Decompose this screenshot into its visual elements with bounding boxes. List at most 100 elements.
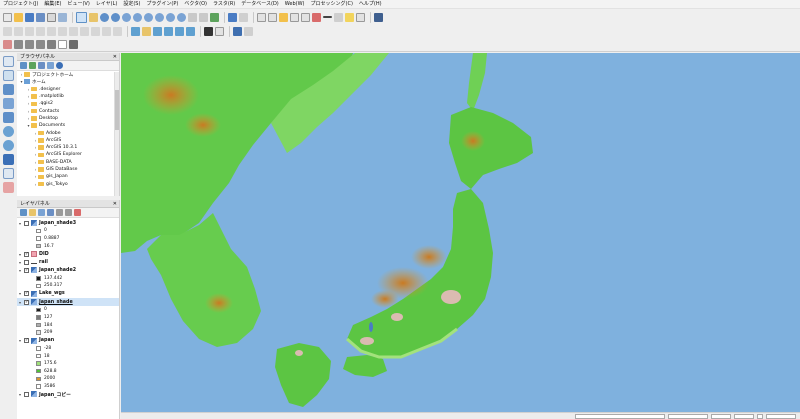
- browser-item[interactable]: › .qgis2: [17, 100, 119, 107]
- menu-item[interactable]: 設定(S): [123, 0, 140, 9]
- measure-dropdown-icon[interactable]: [239, 12, 248, 22]
- collapse-all-icon[interactable]: [65, 209, 72, 216]
- python-console-icon[interactable]: [374, 12, 383, 22]
- layer-visibility-checkbox[interactable]: [24, 220, 29, 226]
- render-checkbox[interactable]: [757, 413, 763, 419]
- bookmark-icon[interactable]: [199, 12, 208, 22]
- remove-layer-icon[interactable]: [74, 209, 81, 216]
- add-wfs-icon[interactable]: [3, 140, 14, 151]
- node-tool-icon[interactable]: [47, 27, 56, 36]
- new-map-view-icon[interactable]: [188, 12, 197, 22]
- browser-scrollbar[interactable]: [114, 72, 119, 196]
- undo-icon[interactable]: [102, 27, 111, 36]
- new-shapefile-icon[interactable]: [3, 168, 14, 179]
- magnifier-field[interactable]: [711, 413, 731, 419]
- layer-visibility-checkbox[interactable]: [24, 267, 29, 273]
- add-selected-icon[interactable]: [20, 62, 27, 69]
- delete-selected-icon[interactable]: [58, 27, 67, 36]
- crs-field[interactable]: [766, 413, 796, 419]
- layer-visibility-checkbox[interactable]: [24, 251, 29, 257]
- close-icon[interactable]: ✕: [113, 200, 117, 208]
- browser-item[interactable]: › ArcGIS 10.3.1: [17, 144, 119, 151]
- layer-visibility-checkbox[interactable]: [24, 338, 29, 344]
- browser-item[interactable]: › gis_Japan: [17, 173, 119, 180]
- browser-item[interactable]: › Contacts: [17, 107, 119, 114]
- redo-icon[interactable]: [113, 27, 122, 36]
- menu-item[interactable]: ラスタ(R): [213, 0, 235, 9]
- add-raster-layer-icon[interactable]: [3, 70, 14, 81]
- menu-item[interactable]: プロセッシング(C): [311, 0, 353, 9]
- browser-item[interactable]: › .designer: [17, 86, 119, 93]
- raster-local-icon[interactable]: [47, 40, 56, 49]
- select-by-value-icon[interactable]: [268, 12, 277, 22]
- statistical-summary-icon[interactable]: [312, 12, 321, 22]
- browser-item[interactable]: ▾ Documents: [17, 122, 119, 129]
- browser-item[interactable]: ▾ ホーム: [17, 78, 119, 85]
- move-feature-icon[interactable]: [36, 27, 45, 36]
- browser-item[interactable]: › BASE-DATA: [17, 159, 119, 166]
- coordinate-capture-icon[interactable]: [215, 27, 224, 36]
- pan-map-icon[interactable]: [76, 11, 87, 23]
- menu-item[interactable]: ビュー(V): [67, 0, 89, 9]
- open-project-icon[interactable]: [14, 12, 23, 22]
- annotation-icon[interactable]: [345, 12, 354, 22]
- raster-stretch-icon[interactable]: [25, 40, 34, 49]
- menu-item[interactable]: プロジェクト(J): [3, 0, 38, 9]
- info-icon[interactable]: [56, 62, 63, 69]
- save-edits-icon[interactable]: [14, 27, 23, 36]
- python-icon[interactable]: [233, 27, 242, 36]
- rotate-label-icon[interactable]: [175, 27, 184, 36]
- layer-item[interactable]: ▾DID: [17, 250, 119, 258]
- rotation-field[interactable]: [734, 413, 754, 419]
- edit-pencil-icon[interactable]: [3, 27, 12, 36]
- browser-item[interactable]: › GIS DataBase: [17, 166, 119, 173]
- show-labels-icon[interactable]: [153, 27, 162, 36]
- layer-visibility-checkbox[interactable]: [24, 299, 29, 305]
- new-temporary-layer-icon[interactable]: [3, 182, 14, 193]
- identify-icon[interactable]: [228, 12, 237, 22]
- add-postgis-icon[interactable]: [3, 84, 14, 95]
- new-print-layout-icon[interactable]: [47, 12, 56, 22]
- text-annotation-icon[interactable]: [356, 12, 365, 22]
- plugin-dropdown-icon[interactable]: [244, 27, 253, 36]
- refresh-icon[interactable]: [29, 62, 36, 69]
- zoom-in-icon[interactable]: [100, 12, 109, 22]
- zoom-out-icon[interactable]: [111, 12, 120, 22]
- browser-item[interactable]: › gis_Tokyo: [17, 180, 119, 187]
- zoom-last-icon[interactable]: [166, 12, 175, 22]
- layer-item[interactable]: ▾ Japan_コピー: [17, 390, 119, 398]
- attribute-table-icon[interactable]: [290, 12, 299, 22]
- map-tips-icon[interactable]: [334, 12, 343, 22]
- layout-manager-icon[interactable]: [58, 12, 67, 22]
- add-spatialite-icon[interactable]: [3, 98, 14, 109]
- deselect-all-icon[interactable]: [279, 12, 288, 22]
- zoom-to-selection-icon[interactable]: [133, 12, 142, 22]
- layer-item[interactable]: ▾Lake_wgs: [17, 290, 119, 298]
- move-label-icon[interactable]: [164, 27, 173, 36]
- zoom-native-icon[interactable]: [155, 12, 164, 22]
- browser-item[interactable]: › Adobe: [17, 129, 119, 136]
- add-vector-layer-icon[interactable]: [3, 56, 14, 67]
- browser-scroll-thumb[interactable]: [115, 90, 119, 130]
- add-delimited-text-icon[interactable]: [3, 154, 14, 165]
- raster-calc-icon[interactable]: [3, 40, 12, 49]
- select-features-icon[interactable]: [257, 12, 266, 22]
- layer-visibility-checkbox[interactable]: [24, 259, 29, 265]
- text-format-icon[interactable]: [69, 40, 78, 49]
- copy-features-icon[interactable]: [80, 27, 89, 36]
- filter-legend-icon[interactable]: [47, 209, 54, 216]
- change-label-icon[interactable]: [186, 27, 195, 36]
- zoom-full-icon[interactable]: [122, 12, 131, 22]
- pin-labels-icon[interactable]: [142, 27, 151, 36]
- menu-item[interactable]: プラグイン(P): [146, 0, 178, 9]
- add-group-icon[interactable]: [29, 209, 36, 216]
- filter-icon[interactable]: [38, 62, 45, 69]
- raster-band-icon[interactable]: [14, 40, 23, 49]
- measure-line-icon[interactable]: [323, 16, 332, 18]
- field-calculator-icon[interactable]: [301, 12, 310, 22]
- map-canvas[interactable]: [121, 53, 800, 412]
- save-as-icon[interactable]: [36, 12, 45, 22]
- manage-visibility-icon[interactable]: [38, 209, 45, 216]
- expand-all-icon[interactable]: [56, 209, 63, 216]
- collapse-all-icon[interactable]: [47, 62, 54, 69]
